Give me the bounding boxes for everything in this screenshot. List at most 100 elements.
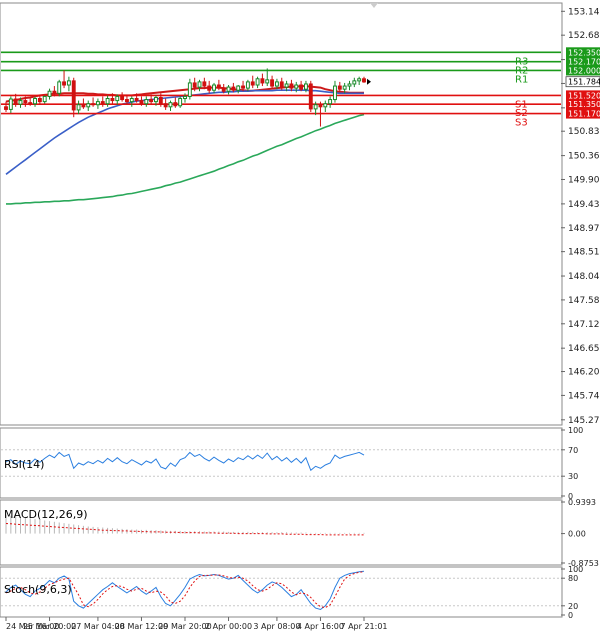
level-price-value: 152.000	[568, 66, 600, 75]
candle-body	[62, 81, 67, 86]
candle-body	[216, 84, 221, 89]
candle-body	[134, 98, 139, 102]
candle-body	[212, 84, 216, 91]
price-panel: 153.140152.680152.210151.750151.280150.8…	[0, 2, 600, 426]
stoch-tick-label: 20	[568, 602, 578, 611]
candle-body	[328, 99, 333, 105]
stoch-panel-frame	[0, 566, 563, 618]
price-tick-label: 145.270	[568, 416, 600, 426]
candle-body	[28, 102, 33, 105]
candle-body	[139, 100, 144, 105]
stoch-tick-label: 0	[568, 611, 573, 620]
candle-body	[76, 104, 81, 111]
macd-panel: 0.93930.00-0.8753 MACD(12,26,9)	[0, 498, 599, 568]
level-price-value: 151.350	[568, 100, 600, 109]
price-tick-label: 152.680	[568, 31, 600, 41]
time-tick-label: 2 Apr 00:00	[205, 622, 252, 631]
candle-body	[333, 85, 337, 101]
candle-body	[52, 90, 57, 94]
candle-body	[57, 81, 62, 94]
current-price-value: 151.784	[568, 78, 600, 87]
candle-body	[42, 95, 47, 103]
candle-body	[144, 99, 149, 105]
candle-body	[265, 79, 270, 84]
macd-axis: 0.93930.00-0.8753	[561, 498, 599, 568]
candle-body	[120, 95, 125, 101]
level-price-value: 151.170	[568, 110, 600, 119]
candle-body	[245, 81, 250, 89]
candle-body	[192, 82, 197, 88]
candle-body	[284, 83, 289, 88]
time-tick-label: 4 Apr 16:00	[297, 622, 344, 631]
candle-body	[299, 84, 304, 90]
time-tick-label: 29 Mar 20:00	[158, 622, 211, 631]
candle-body	[81, 104, 86, 108]
candle-body	[357, 78, 362, 82]
time-tick-label: 25 Mar 20:00	[23, 622, 76, 631]
candle-body	[47, 90, 52, 97]
stoch-tick-label: 80	[568, 574, 578, 583]
price-tick-label: 150.360	[568, 152, 600, 162]
macd-tick-label: 0.9393	[568, 498, 596, 507]
candle-body	[289, 83, 294, 89]
candle-body	[86, 103, 91, 108]
candle-body	[23, 100, 28, 104]
candle-body	[323, 103, 328, 108]
time-axis: 24 Mar 16:0025 Mar 20:0027 Mar 04:0028 M…	[5, 617, 388, 631]
candle-body	[231, 86, 236, 91]
candle-body	[4, 106, 8, 110]
level-name: S3	[515, 118, 528, 129]
price-tick-label: 150.830	[568, 127, 600, 137]
stoch-axis: 10080 200	[561, 565, 583, 620]
rsi-panel: 10070300 RSI(14)	[0, 426, 583, 501]
price-tick-label: 149.900	[568, 175, 600, 185]
price-tick-label: 147.580	[568, 296, 600, 306]
candle-body	[207, 85, 212, 91]
candle-body	[110, 98, 115, 102]
price-tick-label: 146.200	[568, 368, 600, 378]
price-tick-label: 148.040	[568, 272, 600, 282]
candle-body	[8, 98, 13, 110]
rsi-tick-label: 30	[568, 472, 578, 481]
candle-body	[178, 98, 183, 107]
candle-body	[352, 80, 357, 85]
price-tick-label: 148.970	[568, 224, 600, 234]
candle-body	[260, 78, 265, 84]
candle-body	[279, 81, 284, 88]
level-price-value: 151.520	[568, 91, 600, 100]
candle-body	[149, 99, 154, 103]
candle-body	[100, 101, 105, 105]
time-tick-label: 7 Apr 21:01	[340, 622, 387, 631]
candle-body	[124, 99, 129, 103]
candle-body	[255, 78, 260, 86]
candle-body	[236, 85, 241, 91]
candle-body	[294, 84, 299, 89]
candle-body	[115, 95, 120, 102]
rsi-tick-label: 70	[568, 446, 578, 455]
level-price-value: 152.350	[568, 48, 600, 57]
stoch-panel: 10080 200 Stoch(9,6,3)	[0, 565, 583, 620]
rsi-label: RSI(14)	[4, 458, 44, 471]
level-price-value: 152.170	[568, 58, 600, 67]
candle-body	[95, 101, 100, 106]
price-panel-frame	[0, 2, 563, 426]
candle-body	[342, 85, 347, 90]
price-tick-label: 149.430	[568, 200, 600, 210]
stoch-label: Stoch(9,6,3)	[4, 583, 72, 596]
candle-body	[129, 98, 134, 103]
candle-body	[337, 85, 342, 90]
rsi-axis: 10070300	[561, 426, 583, 501]
rsi-panel-frame	[0, 427, 563, 499]
candle-body	[347, 83, 352, 87]
candle-body	[362, 78, 366, 83]
level-name: R1	[515, 74, 528, 85]
candle-body	[13, 98, 18, 105]
candle-body	[197, 81, 202, 88]
candle-body	[318, 104, 323, 108]
candle-body	[18, 100, 23, 105]
candle-body	[187, 82, 192, 97]
candle-body	[270, 79, 275, 87]
candle-body	[33, 98, 37, 105]
macd-tick-label: 0.00	[568, 530, 586, 539]
macd-label: MACD(12,26,9)	[4, 508, 88, 521]
